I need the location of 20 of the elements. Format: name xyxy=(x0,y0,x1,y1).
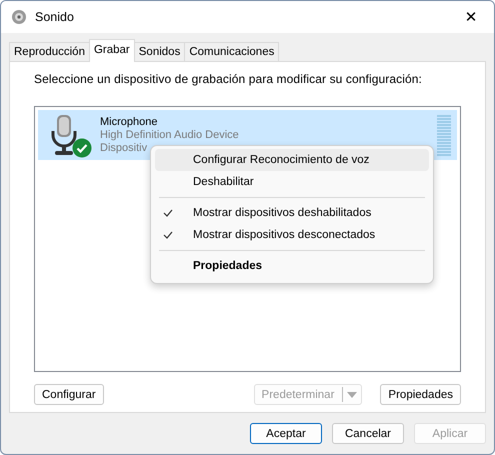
menu-item[interactable]: Mostrar dispositivos deshabilitados xyxy=(155,202,429,224)
device-button[interactable]: Propiedades xyxy=(380,384,461,405)
tab[interactable]: Grabar xyxy=(88,39,135,62)
device-button[interactable]: Configurar xyxy=(34,384,104,405)
dialog-button[interactable]: Aceptar xyxy=(250,423,322,444)
dialog-button[interactable]: Cancelar xyxy=(332,423,404,444)
window-title: Sonido xyxy=(35,10,74,24)
device-status: Dispositiv xyxy=(100,142,148,154)
menu-item[interactable]: Mostrar dispositivos desconectados xyxy=(155,224,429,246)
tab[interactable]: Comunicaciones xyxy=(184,42,280,61)
device-driver: High Definition Audio Device xyxy=(100,128,239,142)
close-button[interactable]: ✕ xyxy=(448,1,494,33)
menu-item[interactable]: Propiedades xyxy=(155,255,429,277)
device-name: Microphone xyxy=(100,116,158,128)
caret-icon xyxy=(347,392,358,398)
instruction-text: Seleccione un dispositivo de grabación para modificar su configuración: xyxy=(34,72,423,86)
menu-item[interactable]: Configurar Reconocimiento de voz xyxy=(155,149,429,171)
speaker-icon xyxy=(11,9,27,25)
tab[interactable]: Reproducción xyxy=(9,42,90,61)
menu-item[interactable]: Deshabilitar xyxy=(155,171,429,193)
